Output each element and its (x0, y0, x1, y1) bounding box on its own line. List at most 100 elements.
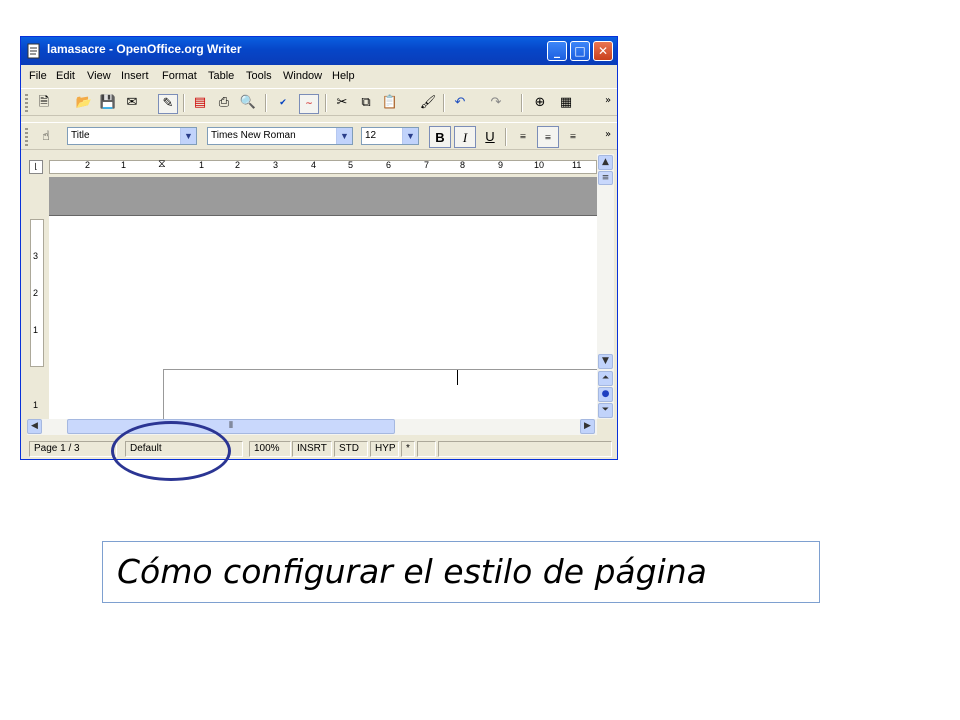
ruler-label: 4 (311, 160, 317, 170)
table-icon[interactable]: ▦ (557, 94, 575, 112)
selection-mode-indicator[interactable]: STD (334, 441, 368, 457)
page-background-band (49, 177, 597, 216)
open-folder-icon[interactable]: 📂 (75, 94, 93, 112)
text-cursor (457, 370, 458, 385)
styles-formatting-icon[interactable]: ☝ (37, 128, 55, 146)
vertical-ruler[interactable]: 3 2 1 1 (27, 213, 45, 419)
status-info-cell (438, 441, 612, 457)
hyphenation-indicator[interactable]: HYP (370, 441, 399, 457)
ruler-label: 3 (273, 160, 279, 170)
horizontal-scroll-thumb[interactable]: ⦀ (67, 419, 395, 434)
bold-button[interactable]: B (429, 126, 451, 148)
status-blank-cell (417, 441, 436, 457)
redo-icon[interactable]: ↷ (487, 94, 505, 112)
email-icon[interactable]: ✉ (123, 94, 141, 112)
formatting-toolbar: ☝ Title ▼ Times New Roman ▼ 12 ▼ B I U ≡… (21, 122, 617, 150)
title-bar[interactable]: lamasacre - OpenOffice.org Writer _ □ ✕ (21, 37, 617, 65)
toolbar-separator (443, 94, 445, 112)
scroll-thumb[interactable]: ≡ (598, 171, 613, 185)
toolbar-separator (505, 128, 507, 146)
chevron-down-icon[interactable]: ▼ (180, 128, 196, 144)
font-size-select[interactable]: 12 ▼ (361, 127, 419, 145)
align-right-icon[interactable]: ≡ (562, 126, 584, 148)
menu-window[interactable]: Window (283, 70, 322, 82)
document-area[interactable] (49, 177, 597, 419)
align-center-icon[interactable]: ≡ (537, 126, 559, 148)
align-left-icon[interactable]: ≡ (512, 126, 534, 148)
highlight-circle (111, 421, 231, 481)
page-preview-icon[interactable]: 🔍 (239, 94, 257, 112)
navigator-icon[interactable]: ⊕ (531, 94, 549, 112)
toolbar-grip[interactable] (25, 128, 28, 146)
vertical-scrollbar[interactable]: ▲ ≡ ▼ ⏶ ● ⏷ (597, 154, 614, 419)
next-page-icon[interactable]: ⏷ (598, 403, 613, 418)
clone-formatting-icon[interactable]: 🖌 (419, 94, 437, 112)
navigation-icon[interactable]: ● (598, 387, 613, 402)
paragraph-style-select[interactable]: Title ▼ (67, 127, 197, 145)
horizontal-scrollbar[interactable]: ◀ ⦀ ▶ (27, 419, 597, 435)
toolbar-overflow-icon[interactable]: » (599, 126, 617, 144)
ruler-label: 8 (460, 160, 466, 170)
writer-window: lamasacre - OpenOffice.org Writer _ □ ✕ … (20, 36, 618, 460)
scroll-down-icon[interactable]: ▼ (598, 354, 613, 369)
ruler-label: 1 (199, 160, 205, 170)
chevron-down-icon[interactable]: ▼ (336, 128, 352, 144)
print-icon[interactable]: ⎙ (215, 94, 233, 112)
ruler-label: 10 (534, 160, 545, 170)
minimize-button[interactable]: _ (547, 41, 567, 61)
cut-icon[interactable]: ✂ (333, 94, 351, 112)
font-size-value: 12 (365, 130, 377, 141)
toolbar-separator (521, 94, 523, 112)
underline-button[interactable]: U (479, 126, 501, 148)
previous-page-icon[interactable]: ⏶ (598, 371, 613, 386)
maximize-button[interactable]: □ (570, 41, 590, 61)
zoom-indicator[interactable]: 100% (249, 441, 291, 457)
paragraph-style-value: Title (71, 130, 90, 141)
ruler-label: 11 (572, 160, 582, 170)
close-button[interactable]: ✕ (593, 41, 613, 61)
ruler-indent-marker-icon[interactable]: ⧖ (158, 158, 166, 171)
window-title: lamasacre - OpenOffice.org Writer (47, 42, 242, 56)
paste-icon[interactable]: 📋 (381, 94, 399, 112)
menu-view[interactable]: View (87, 70, 111, 82)
toolbar-overflow-icon[interactable]: » (599, 92, 617, 110)
toolbar-separator (265, 94, 267, 112)
undo-icon[interactable]: ↶ (451, 94, 469, 112)
ruler-label: 3 (33, 251, 39, 261)
ruler-label: 9 (498, 160, 504, 170)
insert-mode-indicator[interactable]: INSRT (292, 441, 332, 457)
menu-file[interactable]: File (29, 70, 47, 82)
menu-tools[interactable]: Tools (246, 70, 272, 82)
menu-bar: File Edit View Insert Format Table Tools… (21, 66, 617, 86)
italic-button[interactable]: I (454, 126, 476, 148)
scroll-left-icon[interactable]: ◀ (27, 419, 42, 434)
export-pdf-icon[interactable]: ▤ (191, 94, 209, 112)
horizontal-ruler[interactable]: ⌊ 2 1 ⧖ 1 2 3 4 5 6 7 8 9 10 11 (27, 158, 597, 174)
ruler-label: 2 (235, 160, 241, 170)
edit-file-icon[interactable]: ✎ (158, 94, 178, 114)
menu-table[interactable]: Table (208, 70, 234, 82)
menu-format[interactable]: Format (162, 70, 197, 82)
autospellcheck-icon[interactable]: ~ (299, 94, 319, 114)
copy-icon[interactable]: ⧉ (357, 94, 375, 112)
ruler-label: 5 (348, 160, 354, 170)
toolbar-grip[interactable] (25, 94, 28, 112)
menu-help[interactable]: Help (332, 70, 355, 82)
caption-box: Cómo configurar el estilo de página (102, 541, 820, 603)
ruler-label: 2 (85, 160, 91, 170)
modified-indicator: * (401, 441, 415, 457)
ruler-label: 1 (121, 160, 127, 170)
font-name-select[interactable]: Times New Roman ▼ (207, 127, 353, 145)
standard-toolbar: 🗎 📂 💾 ✉ ✎ ▤ ⎙ 🔍 ✔ ~ ✂ ⧉ 📋 🖌 ↶ ↷ ⊕ ▦ » (21, 88, 617, 116)
save-icon[interactable]: 💾 (99, 94, 117, 112)
tab-stop-selector[interactable]: ⌊ (29, 160, 43, 174)
chevron-down-icon[interactable]: ▼ (402, 128, 418, 144)
page-indicator[interactable]: Page 1 / 3 (29, 441, 117, 457)
scroll-up-icon[interactable]: ▲ (598, 155, 613, 170)
spellcheck-icon[interactable]: ✔ (274, 94, 292, 112)
menu-edit[interactable]: Edit (56, 70, 75, 82)
ruler-label: 1 (33, 325, 39, 335)
new-document-icon[interactable]: 🗎 (35, 94, 53, 112)
menu-insert[interactable]: Insert (121, 70, 149, 82)
scroll-right-icon[interactable]: ▶ (580, 419, 595, 434)
